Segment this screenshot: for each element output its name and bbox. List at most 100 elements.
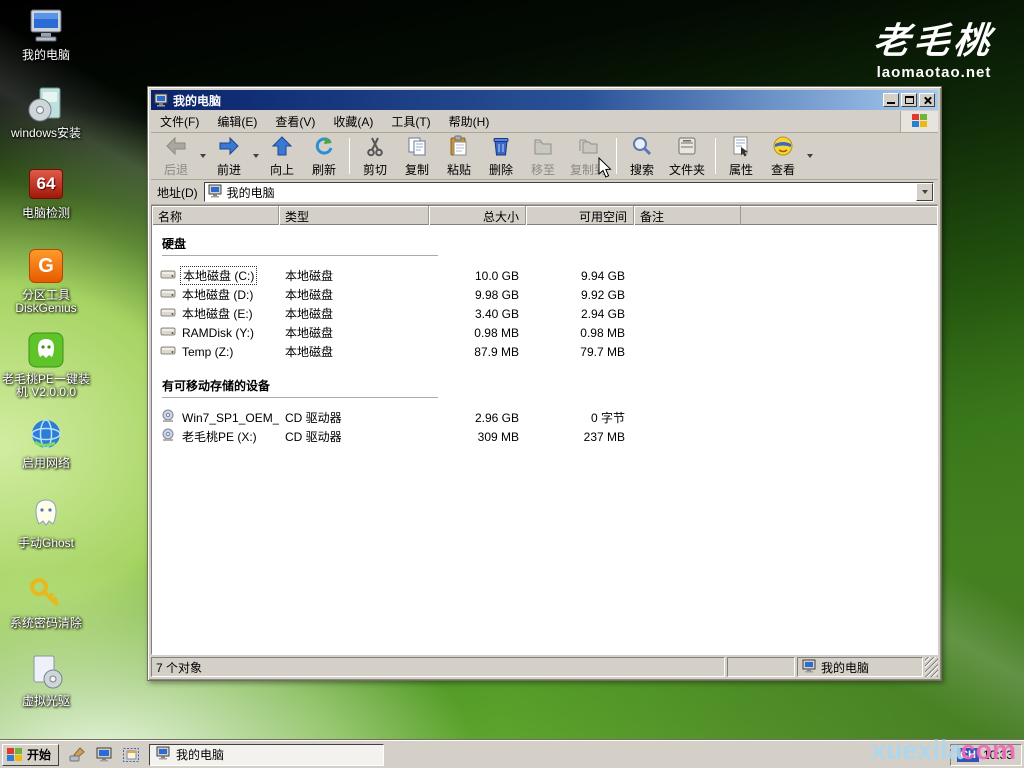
windows-install-icon: [26, 84, 66, 124]
resize-grip[interactable]: [925, 657, 938, 677]
drive-row-d[interactable]: 本地磁盘 (D:) 本地磁盘 9.98 GB 9.92 GB: [152, 285, 937, 304]
drive-row-e[interactable]: 本地磁盘 (E:) 本地磁盘 3.40 GB 2.94 GB: [152, 304, 937, 323]
drive-row-c[interactable]: 本地磁盘 (C:) 本地磁盘 10.0 GB 9.94 GB: [152, 266, 937, 285]
cd-row-win7[interactable]: Win7_SP1_OEM_N... CD 驱动器 2.96 GB 0 字节: [152, 408, 937, 427]
copy-icon: [405, 135, 429, 160]
forward-dropdown[interactable]: [250, 135, 261, 177]
desktop-icon-network[interactable]: 启用网络: [0, 414, 92, 470]
cut-icon: [363, 135, 387, 160]
language-indicator[interactable]: CH: [957, 748, 979, 762]
desktop-icon-virtual-cdrom[interactable]: 虚拟光驱: [0, 652, 92, 708]
diskgenius-icon: G: [26, 246, 66, 286]
file-list: 名称 类型 总大小 可用空间 备注 硬盘 本地磁盘 (C:) 本地磁盘 10.0…: [151, 205, 938, 655]
status-location-panel: 我的电脑: [797, 657, 923, 677]
menu-favorites[interactable]: 收藏(A): [324, 110, 382, 133]
menu-help[interactable]: 帮助(H): [440, 110, 499, 133]
drive-row-z[interactable]: Temp (Z:) 本地磁盘 87.9 MB 79.7 MB: [152, 342, 937, 361]
close-button[interactable]: [919, 93, 935, 107]
show-desktop-icon[interactable]: [94, 745, 114, 765]
hard-drive-icon: [160, 325, 177, 341]
forward-button[interactable]: 前进: [208, 135, 250, 177]
view-smiley-icon: [771, 135, 795, 160]
paint-tool-icon[interactable]: [67, 745, 87, 765]
back-button[interactable]: 后退: [155, 135, 197, 177]
clock: 10:33: [983, 748, 1013, 762]
taskbar-task-my-computer[interactable]: 我的电脑: [149, 744, 384, 766]
hard-drive-icon: [160, 268, 177, 284]
desktop-icon-diskgenius[interactable]: G 分区工具 DiskGenius: [0, 246, 92, 315]
ghost-icon: [26, 494, 66, 534]
quick-launch: [59, 745, 149, 765]
properties-button[interactable]: 属性: [720, 135, 762, 177]
desktop-icon-laomaotao-pe[interactable]: 老毛桃PE一键装机 V2.0.0.0: [0, 330, 92, 399]
column-comment[interactable]: 备注: [634, 206, 741, 225]
view-button[interactable]: 查看: [762, 135, 804, 177]
tool-bar: 后退 前进 向上 刷新 剪切 复制 粘贴 删除: [151, 133, 938, 180]
refresh-button[interactable]: 刷新: [303, 135, 345, 177]
paste-icon: [447, 135, 471, 160]
menu-file[interactable]: 文件(F): [151, 110, 208, 133]
address-combo[interactable]: 我的电脑: [204, 182, 934, 202]
menu-edit[interactable]: 编辑(E): [208, 110, 266, 133]
copy-to-folder-icon: [576, 135, 600, 160]
dropdown-arrow-icon: [253, 154, 259, 158]
drive-row-y[interactable]: RAMDisk (Y:) 本地磁盘 0.98 MB 0.98 MB: [152, 323, 937, 342]
window-switcher-icon[interactable]: [121, 745, 141, 765]
desktop-icon-ghost[interactable]: 手动Ghost: [0, 494, 92, 550]
window-monitor-icon: [154, 93, 169, 107]
windows-logo: [900, 111, 938, 132]
address-label: 地址(D): [155, 184, 204, 201]
back-dropdown[interactable]: [197, 135, 208, 177]
column-name[interactable]: 名称: [152, 206, 279, 225]
address-bar: 地址(D) 我的电脑: [151, 180, 938, 205]
column-size[interactable]: 总大小: [429, 206, 526, 225]
cd-drive-icon: [160, 428, 177, 445]
desktop-icon-my-computer[interactable]: 我的电脑: [0, 6, 92, 62]
column-free[interactable]: 可用空间: [526, 206, 634, 225]
delete-button[interactable]: 删除: [480, 135, 522, 177]
search-button[interactable]: 搜索: [621, 135, 663, 177]
paste-button[interactable]: 粘贴: [438, 135, 480, 177]
address-value: 我的电脑: [227, 184, 275, 201]
cd-row-laomaotao-pe[interactable]: 老毛桃PE (X:) CD 驱动器 309 MB 237 MB: [152, 427, 937, 446]
column-type[interactable]: 类型: [279, 206, 429, 225]
cd-drive-icon: [160, 409, 177, 426]
address-dropdown-button[interactable]: [916, 183, 933, 201]
window-title: 我的电脑: [173, 92, 221, 109]
title-bar[interactable]: 我的电脑: [151, 90, 938, 110]
copy-to-button[interactable]: 复制到: [564, 135, 612, 177]
folders-button[interactable]: 文件夹: [663, 135, 711, 177]
hard-drive-icon: [160, 344, 177, 360]
dropdown-arrow-icon: [807, 154, 813, 158]
group-removable-storage: 有可移动存储的设备: [162, 377, 438, 398]
menu-view[interactable]: 查看(V): [266, 110, 324, 133]
cut-button[interactable]: 剪切: [354, 135, 396, 177]
start-label: 开始: [27, 746, 51, 763]
toolbar-separator: [349, 138, 350, 174]
maximize-button[interactable]: [901, 93, 917, 107]
move-to-button[interactable]: 移至: [522, 135, 564, 177]
search-icon: [630, 135, 654, 160]
copy-button[interactable]: 复制: [396, 135, 438, 177]
view-dropdown[interactable]: [804, 135, 815, 177]
properties-icon: [729, 135, 753, 160]
move-to-folder-icon: [531, 135, 555, 160]
status-object-count: 7 个对象: [151, 657, 725, 677]
up-button[interactable]: 向上: [261, 135, 303, 177]
system-tray: CH 10:33: [950, 744, 1022, 766]
my-computer-window: 我的电脑 文件(F) 编辑(E) 查看(V) 收藏(A) 工具(T) 帮助(H)…: [147, 86, 942, 681]
windows-flag-icon: [912, 114, 928, 128]
delete-icon: [489, 135, 513, 160]
desktop-icon-pc-check[interactable]: 64 电脑检测: [0, 164, 92, 220]
desktop-icon-windows-install[interactable]: windows安装: [0, 84, 92, 140]
task-label: 我的电脑: [176, 746, 224, 763]
desktop-icon-password-clear[interactable]: 系统密码清除: [0, 574, 92, 630]
minimize-button[interactable]: [883, 93, 899, 107]
column-filler: [741, 206, 937, 225]
up-icon: [270, 135, 294, 160]
maximize-icon: [905, 96, 914, 104]
start-button[interactable]: 开始: [2, 744, 59, 766]
menu-tools[interactable]: 工具(T): [382, 110, 439, 133]
start-flag-icon: [7, 748, 23, 762]
refresh-icon: [312, 135, 336, 160]
